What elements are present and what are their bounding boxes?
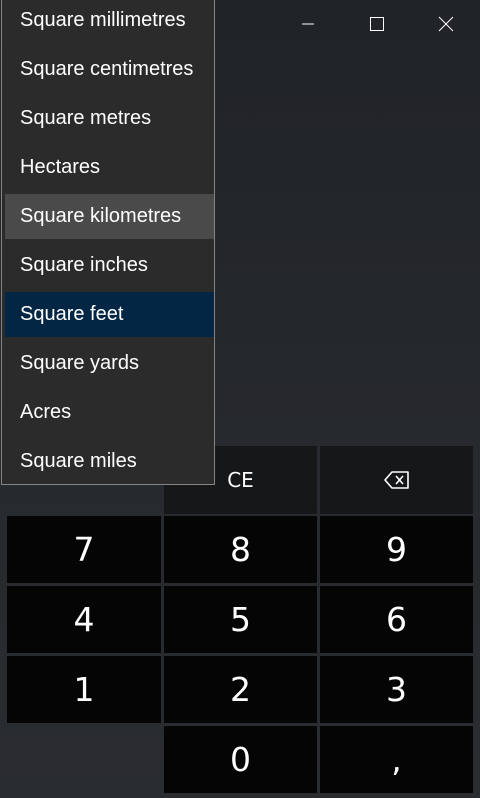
- window-controls: [273, 0, 480, 48]
- digit-0-button[interactable]: 0: [164, 726, 317, 793]
- digit-9-label: 9: [386, 530, 407, 569]
- unit-option[interactable]: Square miles: [5, 439, 214, 484]
- unit-option[interactable]: Square millimetres: [5, 0, 214, 43]
- backspace-button[interactable]: [320, 446, 473, 514]
- decimal-separator-button[interactable]: ,: [320, 726, 473, 793]
- digit-1-button[interactable]: 1: [7, 656, 161, 723]
- unit-option-label: Square inches: [20, 254, 148, 276]
- unit-option-selected[interactable]: Square feet: [5, 292, 214, 337]
- unit-dropdown-list[interactable]: Square millimetres Square centimetres Sq…: [1, 0, 215, 485]
- unit-option[interactable]: Hectares: [5, 145, 214, 190]
- digit-3-label: 3: [386, 670, 407, 709]
- unit-option-hovered[interactable]: Square kilometres: [5, 194, 214, 239]
- digit-9-button[interactable]: 9: [320, 516, 473, 583]
- unit-option-label: Hectares: [20, 156, 101, 178]
- clear-entry-label: CE: [227, 468, 254, 492]
- keypad: CE 7 8 9 4 5 6 1 2 3 0 ,: [0, 444, 480, 798]
- unit-option-label: Square feet: [20, 303, 124, 325]
- unit-option[interactable]: Acres: [5, 390, 214, 435]
- digit-6-button[interactable]: 6: [320, 586, 473, 653]
- unit-option-label: Square millimetres: [20, 9, 186, 31]
- minimize-icon: [301, 23, 314, 25]
- digit-6-label: 6: [386, 600, 407, 639]
- digit-7-button[interactable]: 7: [7, 516, 161, 583]
- unit-option-label: Square miles: [20, 450, 137, 472]
- digit-1-label: 1: [73, 670, 95, 709]
- unit-option[interactable]: Square metres: [5, 96, 214, 141]
- digit-8-button[interactable]: 8: [164, 516, 317, 583]
- digit-0-label: 0: [230, 740, 251, 779]
- digit-5-label: 5: [230, 600, 251, 639]
- close-icon: [438, 16, 453, 32]
- digit-8-label: 8: [230, 530, 251, 569]
- digit-5-button[interactable]: 5: [164, 586, 317, 653]
- unit-option[interactable]: Square centimetres: [5, 47, 214, 92]
- digit-4-label: 4: [73, 600, 95, 639]
- unit-option-label: Square kilometres: [20, 205, 182, 227]
- unit-option-label: Square metres: [20, 107, 152, 129]
- unit-option-label: Square centimetres: [20, 58, 194, 80]
- unit-option-label: Acres: [20, 401, 72, 423]
- minimize-button[interactable]: [273, 0, 342, 48]
- digit-7-label: 7: [73, 530, 95, 569]
- converter-window: CE 7 8 9 4 5 6 1 2 3 0 , Square millimet…: [0, 0, 480, 798]
- unit-option[interactable]: Square yards: [5, 341, 214, 386]
- maximize-icon: [369, 17, 384, 31]
- digit-3-button[interactable]: 3: [320, 656, 473, 723]
- digit-2-label: 2: [230, 670, 251, 709]
- digit-4-button[interactable]: 4: [7, 586, 161, 653]
- backspace-icon: [383, 471, 409, 489]
- digit-2-button[interactable]: 2: [164, 656, 317, 723]
- decimal-separator-label: ,: [391, 740, 402, 779]
- unit-option-label: Square yards: [20, 352, 139, 374]
- close-button[interactable]: [411, 0, 480, 48]
- unit-option[interactable]: Square inches: [5, 243, 214, 288]
- maximize-button[interactable]: [342, 0, 411, 48]
- keypad-empty-slot: [7, 726, 161, 793]
